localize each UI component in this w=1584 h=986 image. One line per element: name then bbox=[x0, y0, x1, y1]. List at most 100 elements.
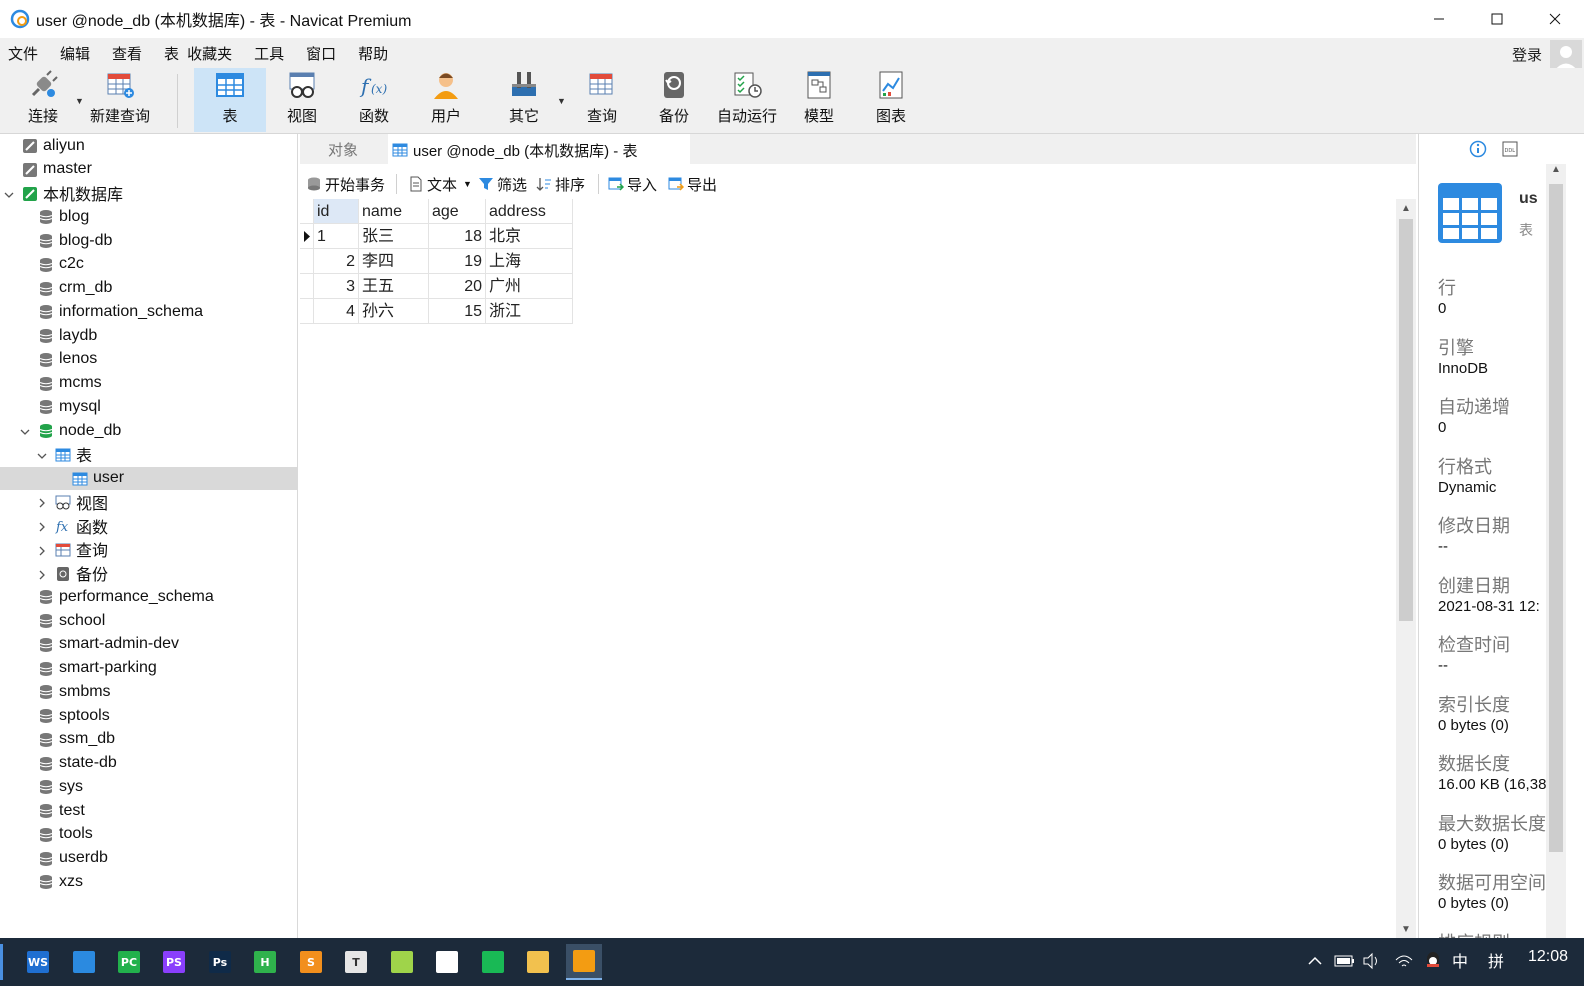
menu-tools[interactable]: 工具 bbox=[246, 43, 292, 64]
tree-database-mcms[interactable]: mcms bbox=[0, 372, 297, 395]
user-button[interactable]: 用户 bbox=[416, 68, 476, 132]
tree-database-mysql[interactable]: mysql bbox=[0, 395, 297, 418]
chevron-down-icon[interactable] bbox=[3, 188, 15, 200]
new-query-button[interactable]: 新建查询 bbox=[88, 68, 152, 132]
tree-database-school[interactable]: school bbox=[0, 609, 297, 632]
cell-age[interactable]: 19 bbox=[429, 249, 486, 274]
taskbar-app-hbuilder[interactable]: H bbox=[247, 944, 283, 980]
tree-connection-local[interactable]: 本机数据库 bbox=[0, 182, 297, 205]
cell-age[interactable]: 15 bbox=[429, 299, 486, 324]
close-button[interactable] bbox=[1526, 0, 1584, 38]
tree-database-lenos[interactable]: lenos bbox=[0, 348, 297, 371]
other-button[interactable]: 其它 bbox=[494, 68, 554, 132]
tree-connection-aliyun[interactable]: aliyun bbox=[0, 134, 297, 157]
filter-button[interactable]: 筛选 bbox=[478, 174, 527, 194]
taskbar-app-notepad[interactable] bbox=[384, 944, 420, 980]
tree-database-smbms[interactable]: smbms bbox=[0, 680, 297, 703]
login-link[interactable]: 登录 bbox=[1512, 44, 1542, 65]
cell-id[interactable]: 1 bbox=[314, 224, 359, 249]
tree-database-test[interactable]: test bbox=[0, 799, 297, 822]
import-button[interactable]: 导入 bbox=[608, 174, 657, 194]
sort-button[interactable]: 排序 bbox=[536, 174, 585, 194]
text-view-button[interactable]: 文本 ▼ bbox=[408, 174, 472, 194]
tree-folder-function[interactable]: fx 函数 bbox=[0, 514, 297, 537]
ime-indicator[interactable]: 中 bbox=[1452, 948, 1468, 972]
tree-database-node_db[interactable]: node_db bbox=[0, 419, 297, 442]
cell-address[interactable]: 广州 bbox=[486, 274, 573, 299]
tree-database-smart-parking[interactable]: smart-parking bbox=[0, 657, 297, 680]
properties-scrollbar[interactable]: ▲ bbox=[1546, 164, 1566, 938]
taskbar-app-phpstorm[interactable]: PS bbox=[156, 944, 192, 980]
connect-dropdown-icon[interactable]: ▼ bbox=[75, 96, 84, 106]
model-button[interactable]: 模型 bbox=[790, 68, 848, 132]
qq-icon[interactable] bbox=[1424, 950, 1442, 972]
cell-age[interactable]: 20 bbox=[429, 274, 486, 299]
tree-folder-backup[interactable]: 备份 bbox=[0, 562, 297, 585]
chevron-right-icon[interactable] bbox=[36, 520, 48, 532]
tab-objects[interactable]: 对象 bbox=[300, 134, 386, 164]
menu-help[interactable]: 帮助 bbox=[350, 43, 396, 64]
info-icon[interactable] bbox=[1469, 140, 1487, 158]
column-header-age[interactable]: age bbox=[429, 199, 486, 224]
tree-database-tools[interactable]: tools bbox=[0, 823, 297, 846]
scroll-thumb[interactable] bbox=[1399, 219, 1413, 621]
cell-name[interactable]: 王五 bbox=[359, 274, 429, 299]
clock[interactable]: 12:08 bbox=[1528, 948, 1568, 966]
chevron-right-icon[interactable] bbox=[36, 544, 48, 556]
row-marker[interactable] bbox=[300, 249, 314, 274]
menu-favorites[interactable]: 收藏夹 bbox=[183, 43, 240, 64]
taskbar-app-explorer[interactable] bbox=[520, 944, 556, 980]
query-button[interactable]: 查询 bbox=[572, 68, 632, 132]
column-header-address[interactable]: address bbox=[486, 199, 573, 224]
scroll-up-icon[interactable]: ▲ bbox=[1546, 164, 1566, 182]
taskbar-app-wps[interactable]: WS bbox=[20, 944, 56, 980]
menu-window[interactable]: 窗口 bbox=[298, 43, 344, 64]
taskbar-app-pycharm[interactable]: PC bbox=[111, 944, 147, 980]
tree-connection-master[interactable]: master bbox=[0, 158, 297, 181]
cell-age[interactable]: 18 bbox=[429, 224, 486, 249]
chevron-right-icon[interactable] bbox=[36, 568, 48, 580]
view-button[interactable]: 视图 bbox=[272, 68, 332, 132]
row-marker[interactable] bbox=[300, 274, 314, 299]
column-header-id[interactable]: id bbox=[314, 199, 359, 224]
cell-id[interactable]: 2 bbox=[314, 249, 359, 274]
current-row-marker-icon[interactable] bbox=[300, 224, 314, 249]
tree-folder-tables[interactable]: 表 bbox=[0, 443, 297, 466]
function-button[interactable]: f (x) 函数 bbox=[344, 68, 404, 132]
scroll-up-icon[interactable]: ▲ bbox=[1396, 199, 1416, 217]
cell-id[interactable]: 4 bbox=[314, 299, 359, 324]
taskbar-app-cortana[interactable] bbox=[475, 944, 511, 980]
other-dropdown-icon[interactable]: ▼ bbox=[557, 96, 566, 106]
taskbar-app-photoshop[interactable]: Ps bbox=[202, 944, 238, 980]
tree-database-blog[interactable]: blog bbox=[0, 205, 297, 228]
tree-database-laydb[interactable]: laydb bbox=[0, 324, 297, 347]
ime-mode-indicator[interactable]: 拼 bbox=[1488, 948, 1504, 972]
tree-folder-view[interactable]: 视图 bbox=[0, 490, 297, 513]
tree-database-state-db[interactable]: state-db bbox=[0, 752, 297, 775]
tree-database-userdb[interactable]: userdb bbox=[0, 847, 297, 870]
maximize-button[interactable] bbox=[1468, 0, 1526, 38]
taskbar-app-navicat[interactable] bbox=[566, 944, 602, 980]
table-button[interactable]: 表 bbox=[194, 68, 266, 132]
begin-transaction-button[interactable]: 开始事务 bbox=[306, 174, 385, 194]
taskbar-app-wechat[interactable] bbox=[429, 944, 465, 980]
cell-address[interactable]: 上海 bbox=[486, 249, 573, 274]
battery-icon[interactable] bbox=[1334, 952, 1356, 970]
chevron-right-icon[interactable] bbox=[36, 496, 48, 508]
tree-database-sys[interactable]: sys bbox=[0, 775, 297, 798]
menu-table[interactable]: 表 bbox=[156, 43, 183, 64]
tree-database-smart-admin-dev[interactable]: smart-admin-dev bbox=[0, 633, 297, 656]
scroll-thumb[interactable] bbox=[1549, 184, 1563, 852]
cell-name[interactable]: 孙六 bbox=[359, 299, 429, 324]
grid-vertical-scrollbar[interactable]: ▲ ▼ bbox=[1396, 199, 1416, 938]
export-button[interactable]: 导出 bbox=[668, 174, 717, 194]
tree-database-ssm_db[interactable]: ssm_db bbox=[0, 728, 297, 751]
scroll-down-icon[interactable]: ▼ bbox=[1396, 920, 1416, 938]
tab-user-table[interactable]: user @node_db (本机数据库) - 表 bbox=[388, 134, 690, 164]
tree-database-c2c[interactable]: c2c bbox=[0, 253, 297, 276]
tree-database-xzs[interactable]: xzs bbox=[0, 870, 297, 893]
chart-button[interactable]: 图表 bbox=[862, 68, 920, 132]
automation-button[interactable]: 自动运行 bbox=[712, 68, 782, 132]
menu-edit[interactable]: 编辑 bbox=[52, 43, 98, 64]
tree-database-blog-db[interactable]: blog-db bbox=[0, 229, 297, 252]
